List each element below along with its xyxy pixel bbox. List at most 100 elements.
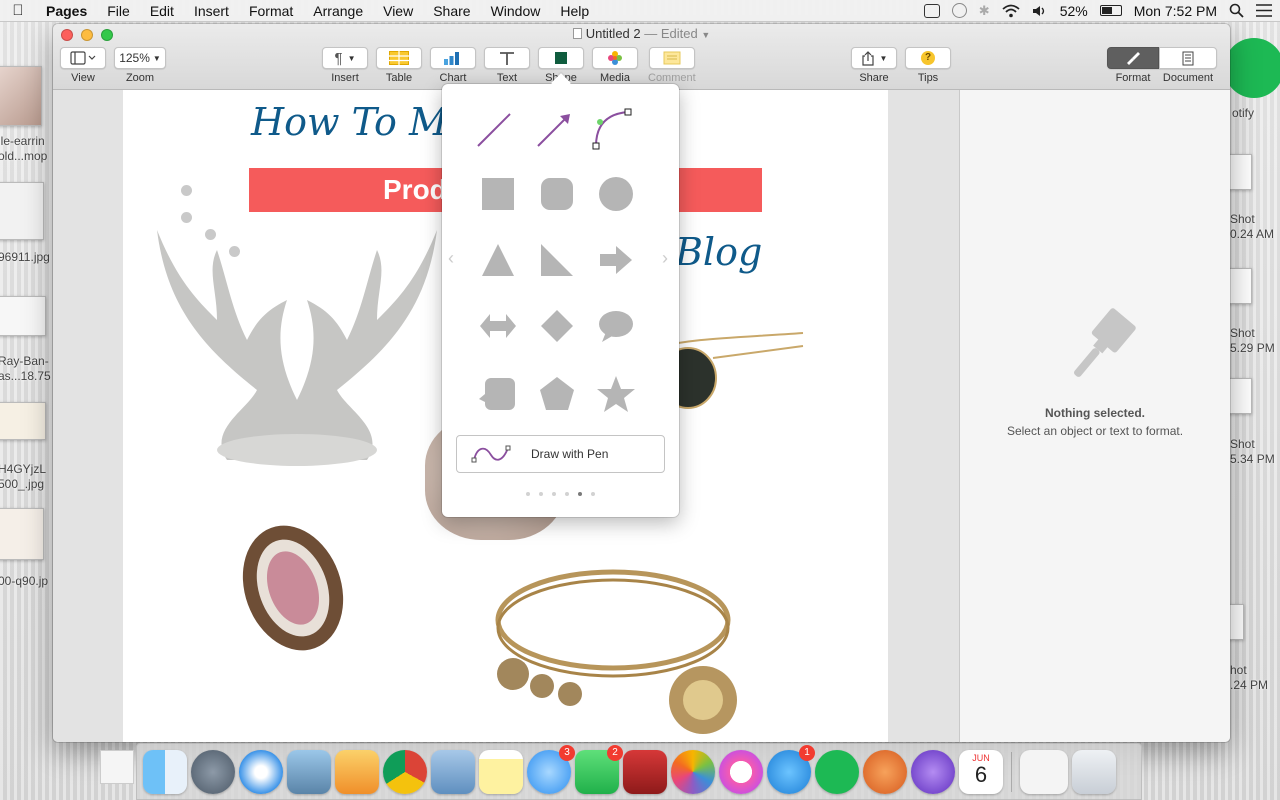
menu-insert[interactable]: Insert — [184, 3, 239, 19]
media-tool[interactable]: Media — [592, 47, 638, 84]
launchpad-icon[interactable] — [191, 749, 235, 794]
desktop-file-thumb[interactable] — [0, 402, 46, 440]
document-thumbnail-icon[interactable] — [1020, 749, 1068, 794]
right-triangle-shape[interactable] — [535, 238, 579, 282]
notification-center-icon[interactable] — [1256, 4, 1272, 17]
page-dot[interactable] — [539, 492, 543, 496]
menu-format[interactable]: Format — [239, 3, 303, 19]
desktop-file-thumb[interactable] — [0, 182, 44, 240]
window-title[interactable]: Untitled 2 — Edited ▼ — [53, 26, 1230, 41]
bracelet-image[interactable] — [478, 560, 748, 740]
page-dot[interactable] — [526, 492, 530, 496]
desktop-file-label[interactable]: otify — [1232, 106, 1254, 120]
desktop-file-label[interactable]: hot .24 PM — [1230, 663, 1268, 693]
diamond-shape[interactable] — [535, 304, 579, 348]
comment-button[interactable] — [648, 47, 695, 69]
line-shape[interactable] — [472, 108, 516, 152]
screen-share-icon[interactable] — [923, 3, 940, 18]
menu-share[interactable]: Share — [423, 3, 480, 19]
itunes-icon[interactable] — [719, 749, 763, 794]
mail-stamp-icon[interactable] — [431, 749, 475, 794]
chevron-right-icon[interactable]: › — [662, 248, 668, 269]
curve-line-shape[interactable] — [590, 108, 634, 152]
arrow-shape[interactable] — [594, 238, 638, 282]
tips-button[interactable]: ? — [905, 47, 951, 69]
text-tool[interactable]: Text — [484, 47, 530, 84]
desktop-file-label[interactable]: 00-q90.jp — [0, 574, 48, 588]
desktop-file-label[interactable]: Ray-Ban- as...18.75 — [0, 354, 51, 384]
menu-help[interactable]: Help — [550, 3, 599, 19]
star-shape[interactable] — [594, 372, 638, 416]
page-dot[interactable] — [552, 492, 556, 496]
photo-booth-icon[interactable] — [623, 749, 667, 794]
desktop-file-thumb[interactable] — [1228, 604, 1244, 640]
menu-arrange[interactable]: Arrange — [303, 3, 373, 19]
triangle-shape[interactable] — [476, 238, 520, 282]
volume-icon[interactable] — [1032, 4, 1048, 18]
format-button[interactable] — [1107, 47, 1159, 69]
battery-icon[interactable] — [1099, 5, 1122, 16]
desktop-file-label[interactable]: Shot 0.24 AM — [1230, 212, 1274, 242]
safari-icon[interactable] — [239, 749, 283, 794]
desktop-file-thumb[interactable] — [1228, 154, 1252, 190]
comment-tool[interactable]: Comment — [648, 47, 696, 84]
document-tool[interactable]: Document — [1159, 47, 1217, 84]
format-tool[interactable]: Format — [1107, 47, 1159, 84]
ring-image[interactable] — [227, 522, 357, 662]
spotlight-search-icon[interactable] — [1229, 3, 1244, 18]
menu-window[interactable]: Window — [481, 3, 551, 19]
pages-icon[interactable] — [335, 749, 379, 794]
desktop-file-label[interactable]: 96911.jpg — [0, 250, 50, 264]
chrome-icon[interactable] — [383, 749, 427, 794]
share-tool[interactable]: ▼ Share — [851, 47, 897, 84]
photos-icon[interactable] — [671, 749, 715, 794]
media-button[interactable] — [592, 47, 638, 69]
notes-icon[interactable] — [479, 749, 523, 794]
draw-with-pen-button[interactable]: Draw with Pen — [456, 435, 665, 473]
insert-tool[interactable]: ¶ ▼ Insert — [322, 47, 368, 84]
app-store-icon[interactable]: 1 — [767, 744, 815, 794]
spotify-icon[interactable] — [815, 749, 859, 794]
square-shape[interactable] — [476, 172, 520, 216]
desktop-file-label[interactable]: lle-earrin old...mop — [0, 134, 50, 164]
tips-tool[interactable]: ? Tips — [905, 47, 951, 84]
rounded-square-shape[interactable] — [535, 172, 579, 216]
wifi-icon[interactable] — [1002, 4, 1020, 18]
share-button[interactable]: ▼ — [851, 47, 897, 69]
view-button[interactable] — [60, 47, 106, 69]
spotify-desktop-icon[interactable] — [1224, 38, 1280, 98]
view-tool[interactable]: View — [60, 47, 106, 84]
dock-sunglasses-file[interactable] — [100, 750, 134, 784]
facetime-icon[interactable]: 2 — [575, 744, 623, 794]
menu-view[interactable]: View — [373, 3, 423, 19]
preview-icon[interactable] — [287, 749, 331, 794]
blog-heading[interactable]: Blog — [675, 230, 762, 274]
callout-square-shape[interactable] — [476, 372, 520, 416]
menu-file[interactable]: File — [97, 3, 140, 19]
battery-percent[interactable]: 52% — [1060, 3, 1088, 19]
insert-button[interactable]: ¶ ▼ — [322, 47, 368, 69]
finder-icon[interactable] — [143, 749, 187, 794]
antler-holder-image[interactable] — [147, 210, 447, 470]
messages-icon[interactable]: 3 — [527, 744, 575, 794]
menu-clock[interactable]: Mon 7:52 PM — [1134, 3, 1217, 19]
imovie-star-icon[interactable] — [911, 749, 955, 794]
speech-bubble-shape[interactable] — [594, 304, 638, 348]
desktop-file-label[interactable]: Shot 5.29 PM — [1230, 326, 1275, 356]
chevron-left-icon[interactable]: ‹ — [448, 248, 454, 269]
menu-app-name[interactable]: Pages — [36, 3, 97, 19]
calendar-icon[interactable]: JUN 6 — [959, 749, 1003, 794]
zoom-select[interactable]: 125% ▼ — [114, 47, 166, 69]
arrow-line-shape[interactable] — [532, 108, 576, 152]
pentagon-shape[interactable] — [535, 372, 579, 416]
trash-icon[interactable] — [1072, 749, 1116, 794]
menu-edit[interactable]: Edit — [140, 3, 184, 19]
chart-tool[interactable]: Chart — [430, 47, 476, 84]
desktop-file-label[interactable]: Shot 5.34 PM — [1230, 437, 1275, 467]
desktop-file-label[interactable]: H4GYjzL 500_.jpg — [0, 462, 46, 492]
desktop-file-thumb[interactable] — [0, 66, 42, 126]
desktop-file-thumb[interactable] — [1228, 268, 1252, 304]
text-button[interactable] — [484, 47, 530, 69]
bluetooth-icon[interactable]: ✱ — [979, 3, 990, 19]
page-dot-active[interactable] — [578, 492, 582, 496]
